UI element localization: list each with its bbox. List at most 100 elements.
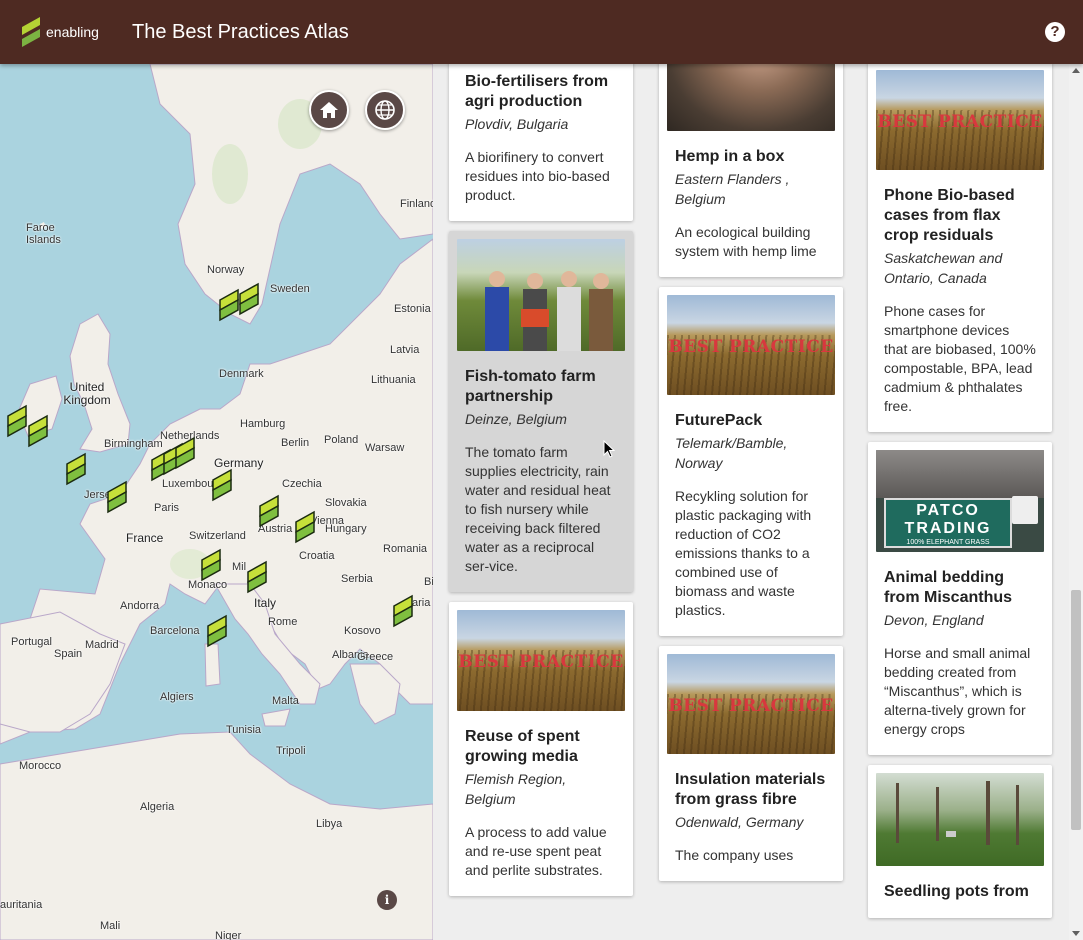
map-label-denmark: Denmark [219,368,264,380]
best-practices-panel[interactable]: Bio-fertilisers from agri production Plo… [433,64,1069,940]
practice-card[interactable]: Fish-tomato farm partnership Deinze, Bel… [449,231,633,592]
map-label-tripoli: Tripoli [276,745,306,757]
map-label-mauritania: auritania [0,899,43,911]
panel-scrollbar[interactable] [1069,64,1083,940]
map-label-romania: Romania [383,543,428,555]
elephant-grass-text: 100% ELEPHANT GRASS [906,539,990,546]
elephant-photo-top [876,450,1044,498]
enabling-leaf-icon [22,17,40,47]
people-photo [485,271,613,351]
scrollbar-thumb[interactable] [1071,590,1081,830]
map-label-rome: Rome [268,616,298,628]
card-image [457,239,625,351]
best-practice-image-text: BEST PRACTICE [877,112,1043,132]
card-location: Odenwald, Germany [675,814,804,830]
scroll-down-arrow-icon[interactable] [1072,931,1080,936]
map-marker[interactable] [246,560,268,594]
map-label-madrid: Madrid [85,639,119,651]
patco-text: PATCO [916,502,980,519]
map-label-kosovo: Kosovo [344,625,381,637]
map-label-hungary: Hungary [325,523,367,535]
map-view[interactable]: Faroe Islands Norway Sweden Finland Esto… [0,64,433,940]
practice-card[interactable]: PATCO TRADING 100% ELEPHANT GRASS Animal… [868,442,1052,755]
globe-button[interactable] [365,90,405,130]
best-practice-image-text: BEST PRACTICE [668,696,834,716]
card-title: Animal bedding from Miscanthus [884,569,1013,606]
help-icon[interactable]: ? [1045,22,1065,42]
card-title: Fish-tomato farm partnership [465,368,596,405]
card-title: Insulation materials from grass fibre [675,771,826,808]
map-marker[interactable] [200,548,222,582]
map-marker[interactable] [238,282,260,316]
map-label-latvia: Latvia [390,344,420,356]
map-label-slovakia: Slovakia [325,497,367,509]
map-label-morocco: Morocco [19,760,62,772]
map-marker[interactable] [174,436,196,470]
practice-card[interactable]: BEST PRACTICE FuturePack Telemark/Bamble… [659,287,843,636]
map-label-serbia: Serbia [341,573,373,585]
best-practice-image-text: BEST PRACTICE [668,337,834,357]
map-label-algeria: Algeria [140,801,175,813]
card-title: Phone Bio-based cases from flax crop res… [884,187,1015,244]
map-marker[interactable] [294,510,316,544]
map-info-button[interactable]: i [377,890,397,910]
map-label-hamburg: Hamburg [240,418,286,430]
trading-text: TRADING [904,520,992,537]
card-location: Deinze, Belgium [465,411,567,427]
practice-card[interactable]: BEST PRACTICE Phone Bio-based cases from… [868,64,1052,432]
map-marker[interactable] [392,594,414,628]
best-practice-image-text: BEST PRACTICE [458,652,624,673]
card-location: Devon, England [884,612,984,628]
map-label-bulgaria: aria [412,597,431,609]
map-label-tunisia: Tunisia [226,724,262,736]
map-marker[interactable] [65,452,87,486]
patco-sign: PATCO TRADING 100% ELEPHANT GRASS [884,498,1012,548]
home-icon [320,102,338,118]
map-marker[interactable] [27,414,49,448]
card-description: A process to add value and re-use spent … [465,824,607,878]
map-marker[interactable] [258,494,280,528]
map-marker[interactable] [211,468,233,502]
card-location: Telemark/Bamble, Norway [675,435,788,471]
top-app-bar: enabling The Best Practices Atlas ? [0,0,1083,64]
map-label-bulgaria-partial: Bi [424,576,433,588]
map-label-andorra: Andorra [120,600,160,612]
cards-column-3: BEST PRACTICE Phone Bio-based cases from… [868,64,1052,928]
card-description: Recykling solution for plastic packaging… [675,488,812,618]
practice-card[interactable]: BEST PRACTICE Reuse of spent growing med… [449,602,633,896]
card-location: Flemish Region, Belgium [465,771,567,807]
home-button[interactable] [309,90,349,130]
card-description: An ecological building system with hemp … [675,224,817,259]
badge-sticker [1012,496,1038,524]
map-marker[interactable] [106,480,128,514]
map-marker[interactable] [206,614,228,648]
practice-card[interactable]: BEST PRACTICE Insulation materials from … [659,646,843,881]
card-location: Plovdiv, Bulgaria [465,116,569,132]
practice-card[interactable]: Seedling pots from [868,765,1052,918]
map-marker[interactable] [218,288,240,322]
card-image [876,773,1044,866]
card-image [667,64,835,131]
map-label-norway: Norway [207,264,245,276]
card-image: BEST PRACTICE [457,610,625,711]
map-label-croatia: Croatia [299,550,335,562]
card-image: BEST PRACTICE [667,295,835,395]
card-title: Reuse of spent growing media [465,728,580,765]
scroll-up-arrow-icon[interactable] [1072,68,1080,73]
logo-text: enabling [46,24,99,40]
map-label-libya: Libya [316,818,343,830]
cards-column-1: Bio-fertilisers from agri production Plo… [449,64,633,906]
card-location: Eastern Flanders , Belgium [675,171,790,207]
map-label-spain: Spain [54,648,83,660]
card-title: Hemp in a box [675,148,785,165]
map-label-algiers: Algiers [160,691,194,703]
card-title: Seedling pots from [884,883,1029,900]
map-label-czechia: Czechia [282,478,322,490]
practice-card[interactable]: Bio-fertilisers from agri production Plo… [449,64,633,221]
map-label-milan: Mil [232,561,247,573]
map-landmass [0,64,433,940]
practice-card[interactable]: Hemp in a box Eastern Flanders , Belgium… [659,64,843,277]
enabling-logo[interactable]: enabling [20,15,132,49]
map-label-barcelona: Barcelona [150,625,200,637]
map-marker[interactable] [6,404,28,438]
